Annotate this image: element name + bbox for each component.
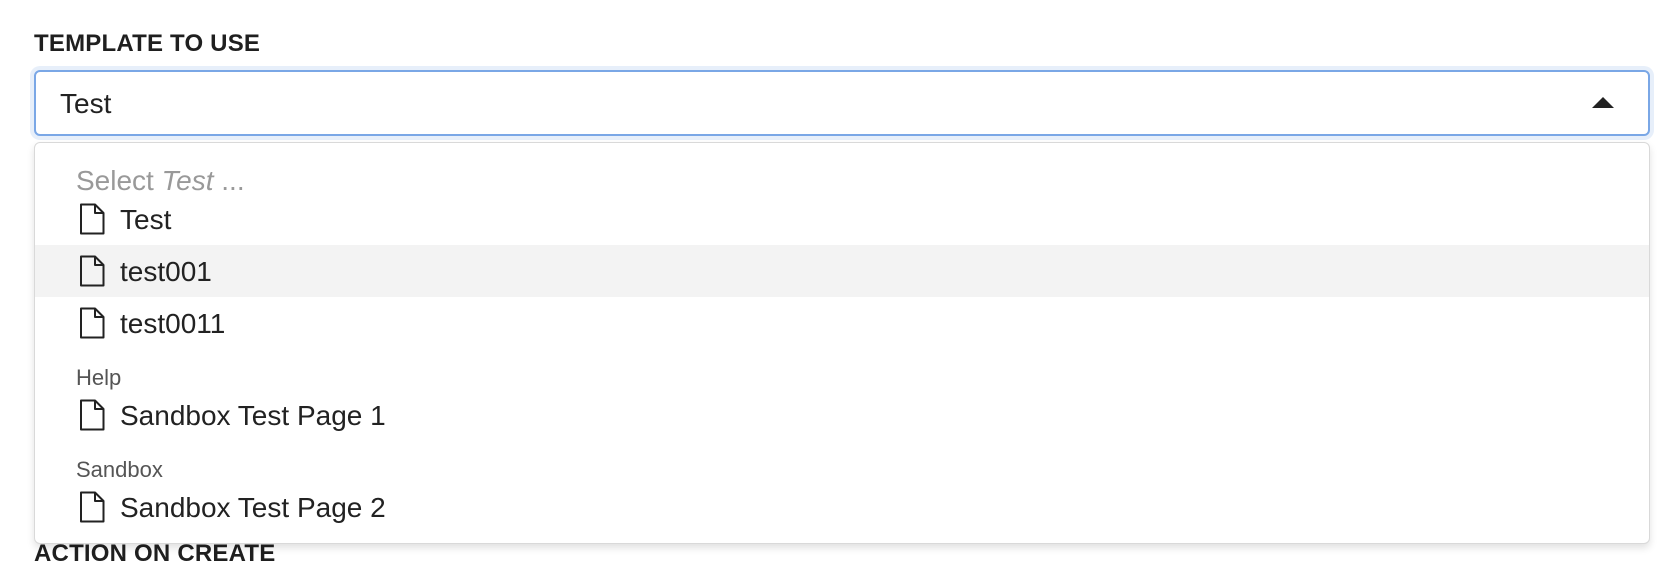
template-select-value: Test bbox=[60, 88, 112, 119]
action-field-label: ACTION ON CREATE bbox=[34, 540, 276, 567]
document-icon bbox=[80, 255, 105, 287]
option-label: Sandbox Test Page 1 bbox=[120, 400, 386, 431]
dropdown-option-sandbox-test-page-2[interactable]: Sandbox Test Page 2 bbox=[35, 481, 1649, 533]
dropdown-option-test001[interactable]: test001 bbox=[35, 245, 1649, 297]
document-icon bbox=[80, 203, 105, 235]
document-icon bbox=[80, 491, 105, 523]
template-select[interactable]: Test bbox=[34, 70, 1650, 136]
option-label: Sandbox Test Page 2 bbox=[120, 492, 386, 523]
document-icon bbox=[80, 307, 105, 339]
template-field-label: TEMPLATE TO USE bbox=[34, 30, 261, 57]
dropdown-group-help: Help bbox=[76, 365, 122, 390]
template-dropdown-menu: Select Test ... Test test001 test0011 He… bbox=[34, 142, 1650, 544]
dropdown-option-sandbox-test-page-1[interactable]: Sandbox Test Page 1 bbox=[35, 389, 1649, 441]
option-label: test0011 bbox=[120, 308, 226, 339]
dropdown-option-test[interactable]: Test bbox=[35, 193, 1649, 245]
dropdown-group-sandbox: Sandbox bbox=[76, 457, 163, 482]
page: TEMPLATE TO USE Test ACTION ON CREATE Se… bbox=[0, 0, 1678, 570]
dropdown-option-test0011[interactable]: test0011 bbox=[35, 297, 1649, 349]
document-icon bbox=[80, 399, 105, 431]
caret-up-icon[interactable] bbox=[1592, 97, 1614, 108]
option-label: Test bbox=[120, 204, 172, 235]
option-label: test001 bbox=[120, 256, 212, 287]
